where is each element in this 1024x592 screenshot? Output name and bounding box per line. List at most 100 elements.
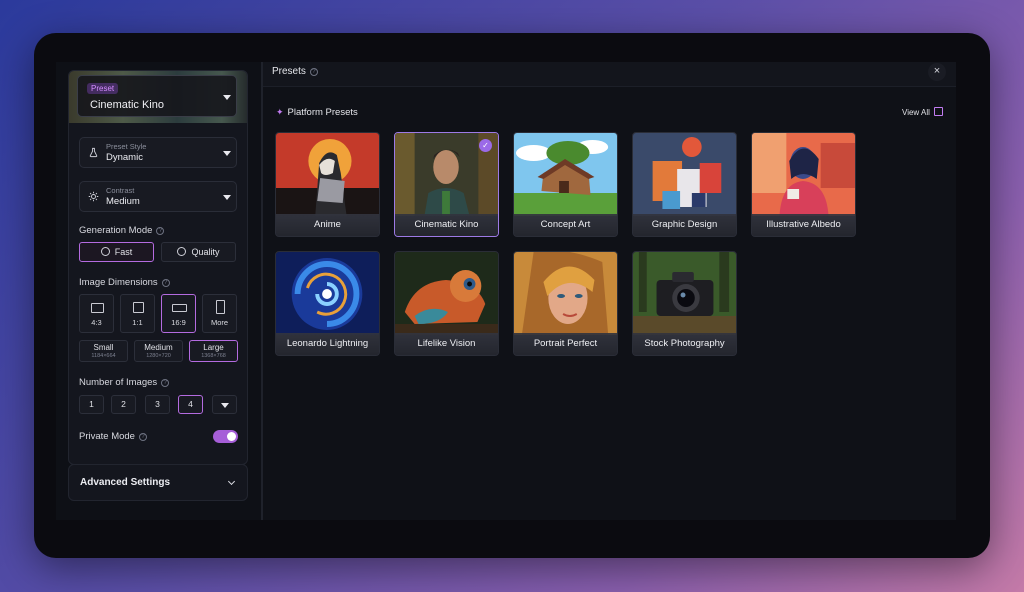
generation-mode-label: Generation Mode — [79, 225, 153, 236]
platform-presets-label: Platform Presets — [287, 107, 358, 118]
preset-thumbnail — [752, 133, 855, 216]
fast-icon — [100, 247, 110, 256]
presets-title: Presets? — [272, 66, 318, 77]
help-icon[interactable]: ? — [161, 379, 170, 387]
ratio-4-3-button[interactable]: 4:3 — [79, 294, 114, 333]
preset-card-lifelike-vision[interactable]: Lifelike Vision — [394, 251, 499, 356]
close-button[interactable]: × — [928, 63, 946, 81]
size-name: Large — [203, 343, 224, 352]
chevron-down-icon — [227, 477, 236, 486]
check-circle-icon — [177, 247, 187, 256]
ratio-label: 1:1 — [132, 318, 143, 327]
help-icon[interactable]: ? — [156, 227, 165, 235]
settings-panel: Preset Cinematic Kino Preset Style Dynam… — [68, 70, 248, 465]
preset-card-graphic-design[interactable]: Graphic Design — [632, 132, 737, 237]
help-icon[interactable]: ? — [138, 433, 147, 441]
contrast-value: Medium — [106, 196, 140, 207]
size-name: Medium — [144, 343, 173, 352]
advanced-settings-label: Advanced Settings — [80, 477, 171, 488]
presets-header: Presets? × — [263, 62, 956, 87]
num-images-4-button[interactable]: 4 — [178, 395, 203, 414]
chevron-down-icon — [223, 95, 231, 100]
mode-fast-button[interactable]: Fast — [79, 242, 154, 262]
platform-presets-title: ✦ Platform Presets — [276, 107, 358, 118]
external-link-icon — [933, 107, 943, 116]
sun-icon — [88, 191, 99, 202]
ratio-4-3-icon — [91, 303, 104, 313]
number-of-images-label: Number of Images — [79, 377, 158, 388]
contrast-label: Contrast — [106, 186, 135, 195]
preset-thumbnail — [276, 133, 379, 216]
preset-card-illustrative-albedo[interactable]: Illustrative Albedo — [751, 132, 856, 237]
preset-value: Cinematic Kino — [90, 99, 164, 111]
preset-name: Concept Art — [514, 214, 617, 236]
preset-thumbnail — [514, 133, 617, 216]
preset-style-dropdown[interactable]: Preset Style Dynamic — [79, 137, 237, 168]
sidebar: Preset Cinematic Kino Preset Style Dynam… — [56, 62, 261, 520]
view-all-link[interactable]: View All — [902, 107, 943, 117]
preset-name: Portrait Perfect — [514, 333, 617, 355]
chevron-down-icon — [223, 151, 231, 156]
app-window: Preset Cinematic Kino Preset Style Dynam… — [56, 62, 956, 520]
ratio-16-9-icon — [172, 304, 187, 312]
preset-dropdown[interactable]: Preset Cinematic Kino — [77, 75, 237, 117]
help-icon[interactable]: ? — [161, 279, 170, 287]
number-of-images-title: Number of Images? — [79, 377, 170, 388]
chevron-down-icon — [223, 195, 231, 200]
preset-card-cinematic-kino[interactable]: ✓ Cinematic Kino — [394, 132, 499, 237]
check-icon: ✓ — [479, 139, 492, 152]
ratio-label: 16:9 — [171, 318, 186, 327]
preset-name: Graphic Design — [633, 214, 736, 236]
preset-thumbnail — [276, 252, 379, 335]
preset-banner: Preset Cinematic Kino — [69, 71, 247, 123]
ratio-label: 4:3 — [91, 318, 102, 327]
image-dimensions-title: Image Dimensions? — [79, 277, 170, 288]
num-images-2-button[interactable]: 2 — [111, 395, 136, 414]
contrast-dropdown[interactable]: Contrast Medium — [79, 181, 237, 212]
preset-style-value: Dynamic — [106, 152, 143, 163]
size-medium-button[interactable]: Medium 1280×720 — [134, 340, 183, 362]
generation-mode-title: Generation Mode? — [79, 225, 165, 236]
mode-quality-button[interactable]: Quality — [161, 242, 236, 262]
preset-card-anime[interactable]: Anime — [275, 132, 380, 237]
sparkle-icon: ✦ — [276, 107, 284, 117]
image-dimensions-label: Image Dimensions — [79, 277, 158, 288]
num-images-3-button[interactable]: 3 — [145, 395, 170, 414]
size-dims: 1368×768 — [201, 353, 226, 359]
num-images-more-button[interactable] — [212, 395, 237, 414]
preset-card-portrait-perfect[interactable]: Portrait Perfect — [513, 251, 618, 356]
preset-thumbnail — [633, 133, 736, 216]
ratio-more-button[interactable]: More — [202, 294, 237, 333]
preset-card-stock-photography[interactable]: Stock Photography — [632, 251, 737, 356]
presets-panel: Presets? × ✦ Platform Presets View All An… — [263, 62, 956, 520]
preset-thumbnail — [514, 252, 617, 335]
private-mode-label: Private Mode — [79, 431, 135, 442]
num-images-1-button[interactable]: 1 — [79, 395, 104, 414]
size-large-button[interactable]: Large 1368×768 — [189, 340, 238, 362]
preset-style-label: Preset Style — [106, 142, 147, 151]
chevron-down-icon — [221, 403, 229, 408]
preset-thumbnail — [633, 252, 736, 335]
view-all-label: View All — [902, 108, 930, 117]
size-dims: 1280×720 — [146, 353, 171, 359]
preset-thumbnail — [395, 252, 498, 335]
private-mode-toggle[interactable] — [213, 430, 238, 443]
ratio-1-1-button[interactable]: 1:1 — [120, 294, 155, 333]
help-icon[interactable]: ? — [309, 68, 318, 76]
preset-name: Anime — [276, 214, 379, 236]
preset-name: Lifelike Vision — [395, 333, 498, 355]
size-name: Small — [93, 343, 114, 352]
preset-card-leonardo-lightning[interactable]: Leonardo Lightning — [275, 251, 380, 356]
preset-card-concept-art[interactable]: Concept Art — [513, 132, 618, 237]
ratio-1-1-icon — [133, 302, 144, 313]
size-small-button[interactable]: Small 1184×664 — [79, 340, 128, 362]
ratio-label: More — [210, 318, 229, 327]
preset-name: Illustrative Albedo — [752, 214, 855, 236]
presets-title-text: Presets — [272, 66, 306, 77]
ratio-16-9-button[interactable]: 16:9 — [161, 294, 196, 333]
private-mode-title: Private Mode? — [79, 431, 147, 442]
preset-name: Cinematic Kino — [395, 214, 498, 236]
preset-name: Stock Photography — [633, 333, 736, 355]
preset-name: Leonardo Lightning — [276, 333, 379, 355]
advanced-settings-accordion[interactable]: Advanced Settings — [68, 464, 248, 501]
